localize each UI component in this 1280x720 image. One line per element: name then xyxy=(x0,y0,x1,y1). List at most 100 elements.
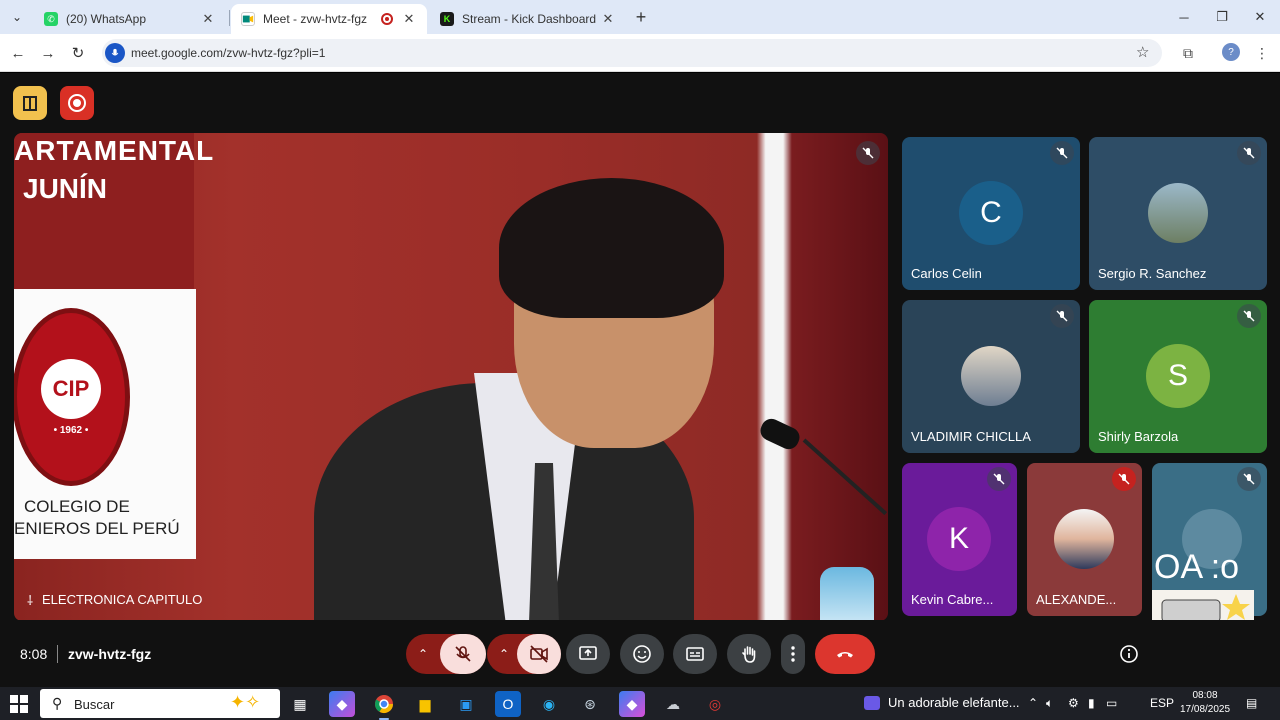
divider xyxy=(57,645,58,663)
more-options-button[interactable] xyxy=(781,634,805,674)
windows-taskbar: ⚲ Buscar ✦✧ ▦ ◆ ▆ ▣ O ◉ ⊛ ◆ ☁ ◎ Un adora… xyxy=(0,687,1280,720)
meet-stage: ARTAMENTAL JUNÍN CIP • 1962 • COLEGIO DE… xyxy=(0,73,1280,687)
taskbar-search[interactable]: ⚲ Buscar ✦✧ xyxy=(40,689,280,718)
emoji-icon xyxy=(633,645,651,663)
participant-name: VLADIMIR CHICLLA xyxy=(911,429,1031,444)
windows-start-icon[interactable] xyxy=(10,695,28,713)
captions-button[interactable] xyxy=(673,634,717,674)
muted-mic-icon xyxy=(1237,141,1261,165)
muted-mic-icon xyxy=(856,141,880,165)
avatar xyxy=(1054,509,1114,569)
search-icon: ⚲ xyxy=(52,695,63,711)
leave-call-button[interactable] xyxy=(815,634,875,674)
banner-text: JUNÍN xyxy=(23,173,108,204)
tab-whatsapp[interactable]: ✆ (20) WhatsApp ✕ xyxy=(34,4,226,34)
muted-mic-icon xyxy=(1112,467,1136,491)
app-icon[interactable]: ☁ xyxy=(660,691,686,717)
camera-off-icon xyxy=(530,645,548,663)
menu-dots-icon[interactable]: ⋮ xyxy=(1251,42,1273,64)
seal-year: • 1962 • xyxy=(53,424,89,436)
pin-icon: ⸸ xyxy=(27,593,34,608)
profile-avatar[interactable]: ? xyxy=(1222,43,1240,61)
muted-mic-icon xyxy=(987,467,1011,491)
taskbar-clock[interactable]: 08:08 17/08/2025 xyxy=(1180,689,1230,717)
microphone-toggle-button[interactable]: ⌃ xyxy=(406,634,486,674)
meeting-info-button[interactable] xyxy=(1119,644,1139,664)
camera-off-button[interactable] xyxy=(517,634,561,674)
close-icon[interactable]: ✕ xyxy=(600,11,616,27)
hand-icon xyxy=(742,646,756,663)
language-indicator[interactable]: ESP xyxy=(1150,696,1174,710)
tab-search-dropdown-icon[interactable]: ⌄ xyxy=(6,6,28,28)
info-icon xyxy=(1120,645,1138,663)
media-title: Un adorable elefante... xyxy=(888,695,1020,710)
tray-chevron-icon[interactable]: ⌃ xyxy=(1028,696,1038,710)
task-view-icon[interactable]: ▦ xyxy=(287,691,313,717)
notifications-icon[interactable]: ▤ xyxy=(1246,696,1257,710)
reload-icon[interactable]: ↻ xyxy=(67,42,89,64)
file-explorer-icon[interactable]: ▆ xyxy=(412,691,438,717)
edge-icon[interactable]: ◉ xyxy=(536,691,562,717)
minimize-icon[interactable]: ─ xyxy=(1172,6,1196,28)
microsoft-store-icon[interactable]: ▣ xyxy=(453,691,479,717)
new-tab-button[interactable]: + xyxy=(630,6,652,28)
participant-tile[interactable]: VLADIMIR CHICLLA xyxy=(902,300,1080,453)
seal-letters: CIP xyxy=(41,358,101,419)
microphone-stand xyxy=(802,438,888,516)
obs-icon[interactable]: ◎ xyxy=(702,691,728,717)
window-close-icon[interactable]: ✕ xyxy=(1248,6,1272,28)
muted-mic-icon xyxy=(1050,304,1074,328)
participant-name: Kevin Cabre... xyxy=(911,592,994,607)
tab-kick[interactable]: K Stream - Kick Dashboard ✕ xyxy=(430,4,626,34)
avatar: K xyxy=(927,507,991,571)
recording-button[interactable] xyxy=(60,86,94,120)
participant-tile[interactable]: S Shirly Barzola xyxy=(1089,300,1267,453)
tab-meet[interactable]: Meet - zvw-hvtz-fgz ✕ xyxy=(231,4,427,34)
tab-label: (20) WhatsApp xyxy=(66,12,147,26)
bookmark-star-icon[interactable]: ☆ xyxy=(1136,43,1149,61)
taskbar-date: 17/08/2025 xyxy=(1180,704,1231,715)
chrome-icon[interactable] xyxy=(371,691,397,720)
chevron-up-icon[interactable]: ⌃ xyxy=(418,647,428,661)
participant-tile[interactable]: Sergio R. Sanchez xyxy=(1089,137,1267,290)
outlook-icon[interactable]: O xyxy=(495,691,521,717)
participant-tile[interactable]: K Kevin Cabre... xyxy=(902,463,1017,616)
search-placeholder: Buscar xyxy=(74,697,115,712)
microphone-tray-icon[interactable]: ▮ xyxy=(1088,696,1095,710)
maximize-icon[interactable]: ❐ xyxy=(1210,6,1234,28)
url-text: meet.google.com/zvw-hvtz-fgz?pli=1 xyxy=(131,46,326,60)
chevron-up-icon[interactable]: ⌃ xyxy=(499,647,509,661)
volume-icon[interactable]: 🔈︎ xyxy=(1046,696,1053,711)
banner-text: ENIEROS DEL PERÚ xyxy=(14,519,180,538)
mic-off-button[interactable] xyxy=(440,634,486,674)
main-speaker-video[interactable]: ARTAMENTAL JUNÍN CIP • 1962 • COLEGIO DE… xyxy=(14,133,888,621)
present-screen-button[interactable] xyxy=(566,634,610,674)
steam-icon[interactable]: ⊛ xyxy=(577,691,603,717)
participant-tile[interactable]: ALEXANDE... xyxy=(1027,463,1142,616)
avatar xyxy=(1148,183,1208,243)
hang-up-icon xyxy=(837,652,853,658)
back-arrow-icon[interactable]: ← xyxy=(7,42,29,64)
address-bar[interactable]: meet.google.com/zvw-hvtz-fgz?pli=1 xyxy=(102,39,1162,67)
close-icon[interactable]: ✕ xyxy=(200,11,216,27)
activities-button[interactable] xyxy=(13,86,47,120)
participant-tile[interactable]: C Carlos Celin xyxy=(902,137,1080,290)
avatar: S xyxy=(1146,344,1210,408)
tray-app-icon[interactable]: ⚙ xyxy=(1068,696,1079,710)
tab-label: Stream - Kick Dashboard xyxy=(462,12,597,26)
close-icon[interactable]: ✕ xyxy=(401,11,417,27)
muted-mic-icon xyxy=(1050,141,1074,165)
avatar xyxy=(961,346,1021,406)
copilot-pwa-icon[interactable]: ◆ xyxy=(619,691,645,717)
copilot-icon[interactable]: ◆ xyxy=(329,691,355,717)
display-icon[interactable]: ▭ xyxy=(1106,696,1117,710)
raise-hand-button[interactable] xyxy=(727,634,771,674)
reactions-button[interactable] xyxy=(620,634,664,674)
mic-off-icon xyxy=(455,646,471,662)
camera-toggle-button[interactable]: ⌃ xyxy=(487,634,561,674)
microphone-icon[interactable] xyxy=(105,43,125,63)
extensions-icon[interactable]: ⧉ xyxy=(1177,42,1199,64)
forward-arrow-icon[interactable]: → xyxy=(37,42,59,64)
copilot-sparkle-icon: ✦✧ xyxy=(230,692,261,712)
media-widget[interactable]: Un adorable elefante... xyxy=(864,695,1020,710)
